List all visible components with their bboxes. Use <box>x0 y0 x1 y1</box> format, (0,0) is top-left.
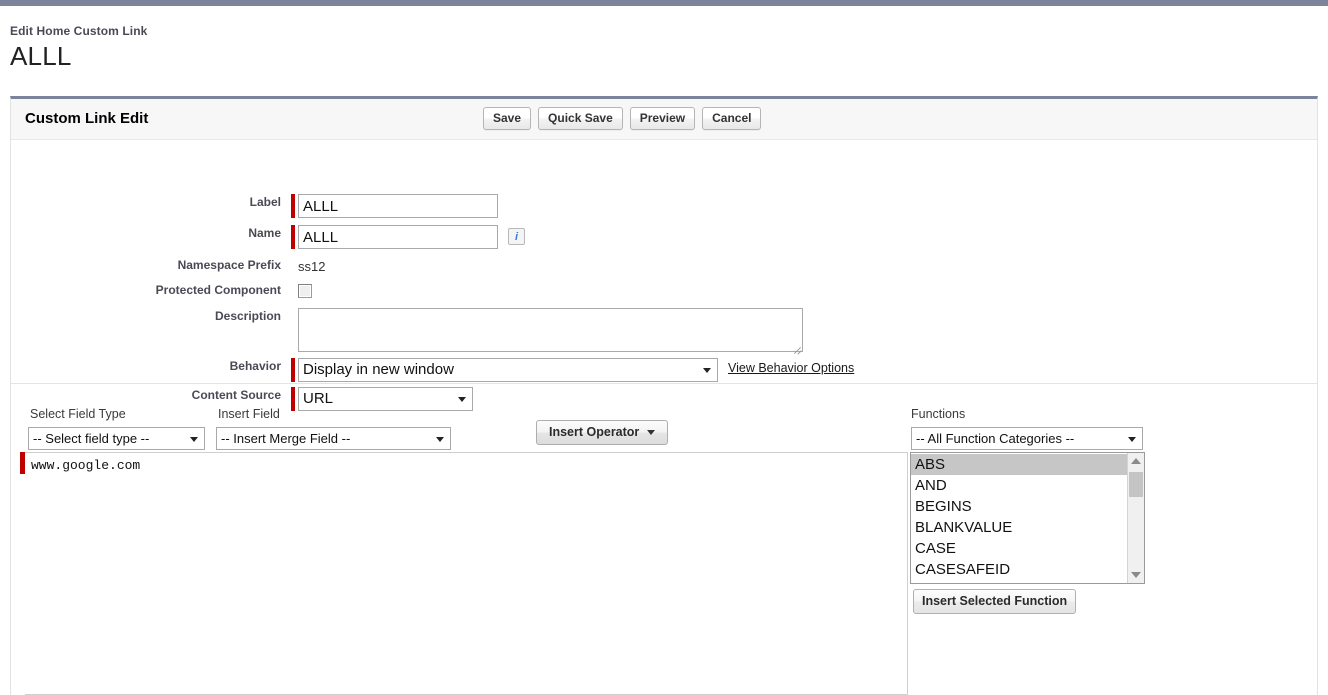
label-field-row: Label <box>11 194 498 218</box>
description-row: Description <box>11 308 803 355</box>
list-item[interactable]: BEGINS <box>911 496 1127 517</box>
functions-listbox[interactable]: ABS AND BEGINS BLANKVALUE CASE CASESAFEI… <box>910 452 1145 584</box>
content-source-select-value: URL <box>303 390 334 407</box>
scroll-up-arrow-icon[interactable] <box>1131 458 1141 464</box>
page-header: Edit Home Custom Link ALLL <box>10 24 710 72</box>
namespace-prefix-value: ss12 <box>298 259 326 274</box>
behavior-label: Behavior <box>229 359 281 373</box>
formula-editor <box>20 452 908 695</box>
formula-textarea[interactable] <box>25 452 908 695</box>
scroll-down-arrow-icon[interactable] <box>1131 572 1141 578</box>
insert-field-label: Insert Field <box>218 407 280 421</box>
chevron-down-icon <box>458 397 466 402</box>
label-field-label: Label <box>249 195 281 209</box>
protected-component-label: Protected Component <box>155 283 281 297</box>
description-label: Description <box>214 309 281 323</box>
panel-action-buttons: Save Quick Save Preview Cancel <box>483 107 762 130</box>
select-field-type-value: -- Select field type -- <box>33 431 150 446</box>
panel-title: Custom Link Edit <box>25 110 149 127</box>
name-field-label: Name <box>248 226 281 240</box>
select-field-type-label: Select Field Type <box>30 407 126 421</box>
view-behavior-options-link[interactable]: View Behavior Options <box>728 361 854 375</box>
quick-save-button[interactable]: Quick Save <box>538 107 623 130</box>
protected-component-row: Protected Component <box>11 282 312 298</box>
scrollbar-thumb[interactable] <box>1129 472 1143 497</box>
behavior-select[interactable]: Display in new window <box>298 358 718 382</box>
content-source-select[interactable]: URL <box>298 387 473 411</box>
insert-operator-label: Insert Operator <box>549 425 640 439</box>
name-input[interactable] <box>298 225 498 249</box>
namespace-prefix-label: Namespace Prefix <box>177 258 281 272</box>
behavior-row: Behavior Display in new window View Beha… <box>11 358 854 382</box>
functions-label: Functions <box>911 407 966 421</box>
page-title: ALLL <box>10 41 72 71</box>
description-textarea[interactable] <box>298 308 803 352</box>
list-item[interactable]: ABS <box>911 454 1127 475</box>
breadcrumb: Edit Home Custom Link <box>10 24 148 38</box>
behavior-select-value: Display in new window <box>303 361 454 378</box>
preview-button[interactable]: Preview <box>629 107 696 130</box>
list-item[interactable]: AND <box>911 475 1127 496</box>
list-item[interactable]: CASE <box>911 538 1127 559</box>
info-icon[interactable]: i <box>508 228 525 245</box>
name-required-indicator <box>291 225 295 249</box>
content-source-label: Content Source <box>191 388 281 402</box>
behavior-required-indicator <box>291 358 295 382</box>
label-input[interactable] <box>298 194 498 218</box>
save-button[interactable]: Save <box>483 107 532 130</box>
chevron-down-icon <box>703 368 711 373</box>
cancel-button[interactable]: Cancel <box>702 107 762 130</box>
content-source-required-indicator <box>291 387 295 411</box>
insert-merge-field-value: -- Insert Merge Field -- <box>221 431 351 446</box>
insert-operator-button[interactable]: Insert Operator <box>536 420 669 445</box>
functions-list: ABS AND BEGINS BLANKVALUE CASE CASESAFEI… <box>911 453 1127 583</box>
namespace-prefix-row: Namespace Prefix ss12 <box>11 257 326 276</box>
functions-list-scrollbar[interactable] <box>1127 453 1144 583</box>
function-category-value: -- All Function Categories -- <box>916 431 1075 446</box>
panel-header: Custom Link Edit Save Quick Save Preview… <box>11 99 1317 140</box>
insert-merge-field-dropdown[interactable]: -- Insert Merge Field -- <box>216 427 451 450</box>
list-item[interactable]: CASESAFEID <box>911 559 1127 580</box>
chevron-down-icon <box>647 430 656 436</box>
top-chrome-bar <box>0 0 1328 6</box>
list-item[interactable]: BLANKVALUE <box>911 517 1127 538</box>
chevron-down-icon <box>190 436 198 442</box>
function-category-dropdown[interactable]: -- All Function Categories -- <box>911 427 1143 450</box>
chevron-down-icon <box>1128 436 1136 442</box>
select-field-type-dropdown[interactable]: -- Select field type -- <box>28 427 205 450</box>
name-field-row: Name i <box>11 225 525 249</box>
protected-component-checkbox[interactable] <box>298 284 312 298</box>
chevron-down-icon <box>436 436 444 442</box>
insert-selected-function-button[interactable]: Insert Selected Function <box>913 589 1077 614</box>
custom-link-form: Label Name i Namespace Prefix ss12 Prote… <box>11 140 1317 411</box>
label-required-indicator <box>291 194 295 218</box>
